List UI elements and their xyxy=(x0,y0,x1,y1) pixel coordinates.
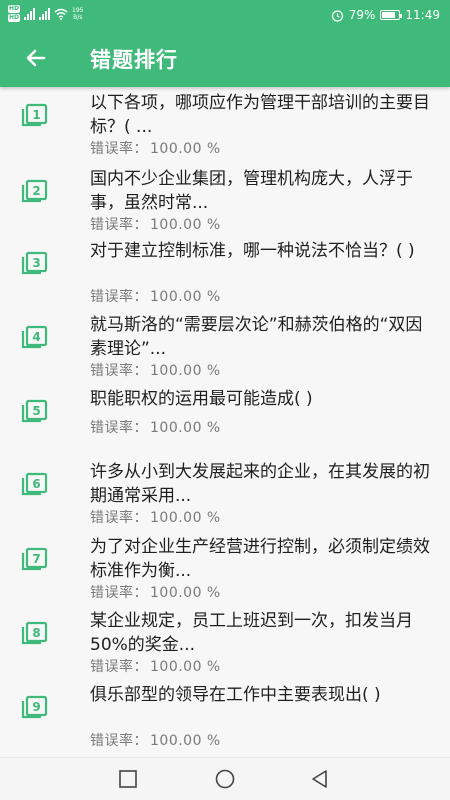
error-rate-label: 错误率： xyxy=(90,217,148,233)
status-bar: HD HD 195 B/s 79% 11:49 xyxy=(0,0,450,30)
question-number: 1 xyxy=(32,108,40,122)
error-rate: 错误率： 100.00 % xyxy=(90,286,221,306)
error-rate-label: 错误率： xyxy=(90,659,148,675)
hd-badge-2: HD xyxy=(8,14,21,22)
battery-percent: 79% xyxy=(348,8,376,22)
question-text: 为了对企业生产经营进行控制，必须制定绩效标准作为衡... xyxy=(90,537,430,581)
home-icon[interactable] xyxy=(214,768,236,790)
system-nav-bar xyxy=(0,757,450,800)
list-item[interactable]: 7 为了对企业生产经营进行控制，必须制定绩效标准作为衡... 错误率： 100.00 … xyxy=(0,531,450,605)
status-left: HD HD 195 B/s xyxy=(8,5,83,22)
question-number-icon: 4 xyxy=(21,325,48,349)
clock: 11:49 xyxy=(405,8,440,22)
network-speed-value: 195 xyxy=(72,6,84,14)
question-number-icon: 9 xyxy=(21,695,48,719)
list-item[interactable]: 6 许多从小到大发展起来的企业，在其发展的初期通常采用... 错误率： 100.00 … xyxy=(0,456,450,530)
list-item[interactable]: 3 对于建立控制标准，哪一种说法不恰当？( ) 错误率： 100.00 % xyxy=(0,235,450,309)
question-number-icon: 7 xyxy=(21,547,48,571)
error-rate: 错误率： 100.00 % xyxy=(90,656,221,676)
error-rate-value: 100.00 % xyxy=(150,733,221,749)
wifi-icon xyxy=(54,8,68,20)
question-number: 4 xyxy=(32,330,40,344)
error-rate-value: 100.00 % xyxy=(150,585,221,601)
error-rate-label: 错误率： xyxy=(90,420,148,436)
error-rate-value: 100.00 % xyxy=(150,420,221,436)
error-rate-value: 100.00 % xyxy=(150,510,221,526)
error-rate-label: 错误率： xyxy=(90,363,148,379)
question-number: 8 xyxy=(32,626,40,640)
question-number-icon: 8 xyxy=(21,621,48,645)
back-nav-icon[interactable] xyxy=(309,768,331,790)
error-rate-label: 错误率： xyxy=(90,510,148,526)
question-text: 职能职权的运用最可能造成( ) xyxy=(90,389,313,409)
question-number-icon: 3 xyxy=(21,251,48,275)
error-rate-value: 100.00 % xyxy=(150,217,221,233)
error-rate-label: 错误率： xyxy=(90,141,148,157)
question-number-icon: 5 xyxy=(21,399,48,423)
list-item[interactable]: 1 以下各项，哪项应作为管理干部培训的主要目标？( ... 错误率： 100.00 % xyxy=(0,87,450,161)
status-right: 79% 11:49 xyxy=(331,8,440,22)
list-item[interactable]: 2 国内不少企业集团，管理机构庞大，人浮于事，虽然时常... 错误率： 100.00 … xyxy=(0,163,450,237)
battery-icon xyxy=(380,10,403,20)
question-number: 3 xyxy=(32,256,40,270)
question-text: 国内不少企业集团，管理机构庞大，人浮于事，虽然时常... xyxy=(90,169,413,213)
question-text: 就马斯洛的“需要层次论”和赫茨伯格的“双因素理论”... xyxy=(90,315,423,359)
alarm-icon xyxy=(331,9,343,22)
error-rate: 错误率： 100.00 % xyxy=(90,507,221,527)
question-text: 某企业规定，员工上班迟到一次，扣发当月50%的奖金... xyxy=(90,611,413,655)
error-rate-value: 100.00 % xyxy=(150,289,221,305)
list-item[interactable]: 9 俱乐部型的领导在工作中主要表现出( ) 错误率： 100.00 % xyxy=(0,679,450,753)
question-number: 5 xyxy=(32,404,40,418)
question-number: 7 xyxy=(32,552,40,566)
error-rate-value: 100.00 % xyxy=(150,659,221,675)
question-text: 对于建立控制标准，哪一种说法不恰当？( ) xyxy=(90,241,415,261)
error-rate-value: 100.00 % xyxy=(150,363,221,379)
signal-icon-1 xyxy=(24,7,36,20)
error-rate: 错误率： 100.00 % xyxy=(90,417,221,437)
recent-apps-icon[interactable] xyxy=(117,768,139,790)
error-rate: 错误率： 100.00 % xyxy=(90,214,221,234)
list-item[interactable]: 8 某企业规定，员工上班迟到一次，扣发当月50%的奖金... 错误率： 100.00 … xyxy=(0,605,450,679)
error-rate: 错误率： 100.00 % xyxy=(90,138,221,158)
hd-badge-1: HD xyxy=(8,5,21,13)
battery-fill xyxy=(382,12,396,18)
error-rate-label: 错误率： xyxy=(90,585,148,601)
question-number: 2 xyxy=(32,184,40,198)
error-rate-label: 错误率： xyxy=(90,289,148,305)
question-text: 许多从小到大发展起来的企业，在其发展的初期通常采用... xyxy=(90,462,430,506)
error-rate-label: 错误率： xyxy=(90,733,148,749)
question-number: 9 xyxy=(32,700,40,714)
list-item[interactable]: 5 职能职权的运用最可能造成( ) 错误率： 100.00 % xyxy=(0,383,450,457)
signal-icon-2 xyxy=(39,7,51,20)
question-text: 俱乐部型的领导在工作中主要表现出( ) xyxy=(90,685,381,705)
question-number-icon: 1 xyxy=(21,103,48,127)
app-bar: 错题排行 xyxy=(0,30,450,87)
error-rate: 错误率： 100.00 % xyxy=(90,360,221,380)
network-speed-unit: B/s xyxy=(73,13,83,21)
question-number: 6 xyxy=(32,477,40,491)
back-arrow-icon[interactable] xyxy=(22,44,50,72)
list-item[interactable]: 4 就马斯洛的“需要层次论”和赫茨伯格的“双因素理论”... 错误率： 100.00 … xyxy=(0,309,450,383)
page-title: 错题排行 xyxy=(90,48,178,72)
error-rate: 错误率： 100.00 % xyxy=(90,730,221,750)
network-speed: 195 B/s xyxy=(72,7,83,21)
hd-indicators: HD HD xyxy=(8,5,21,22)
question-text: 以下各项，哪项应作为管理干部培训的主要目标？( ... xyxy=(90,93,430,137)
question-number-icon: 2 xyxy=(21,179,48,203)
question-number-icon: 6 xyxy=(21,472,48,496)
error-rate: 错误率： 100.00 % xyxy=(90,582,221,602)
error-rate-value: 100.00 % xyxy=(150,141,221,157)
